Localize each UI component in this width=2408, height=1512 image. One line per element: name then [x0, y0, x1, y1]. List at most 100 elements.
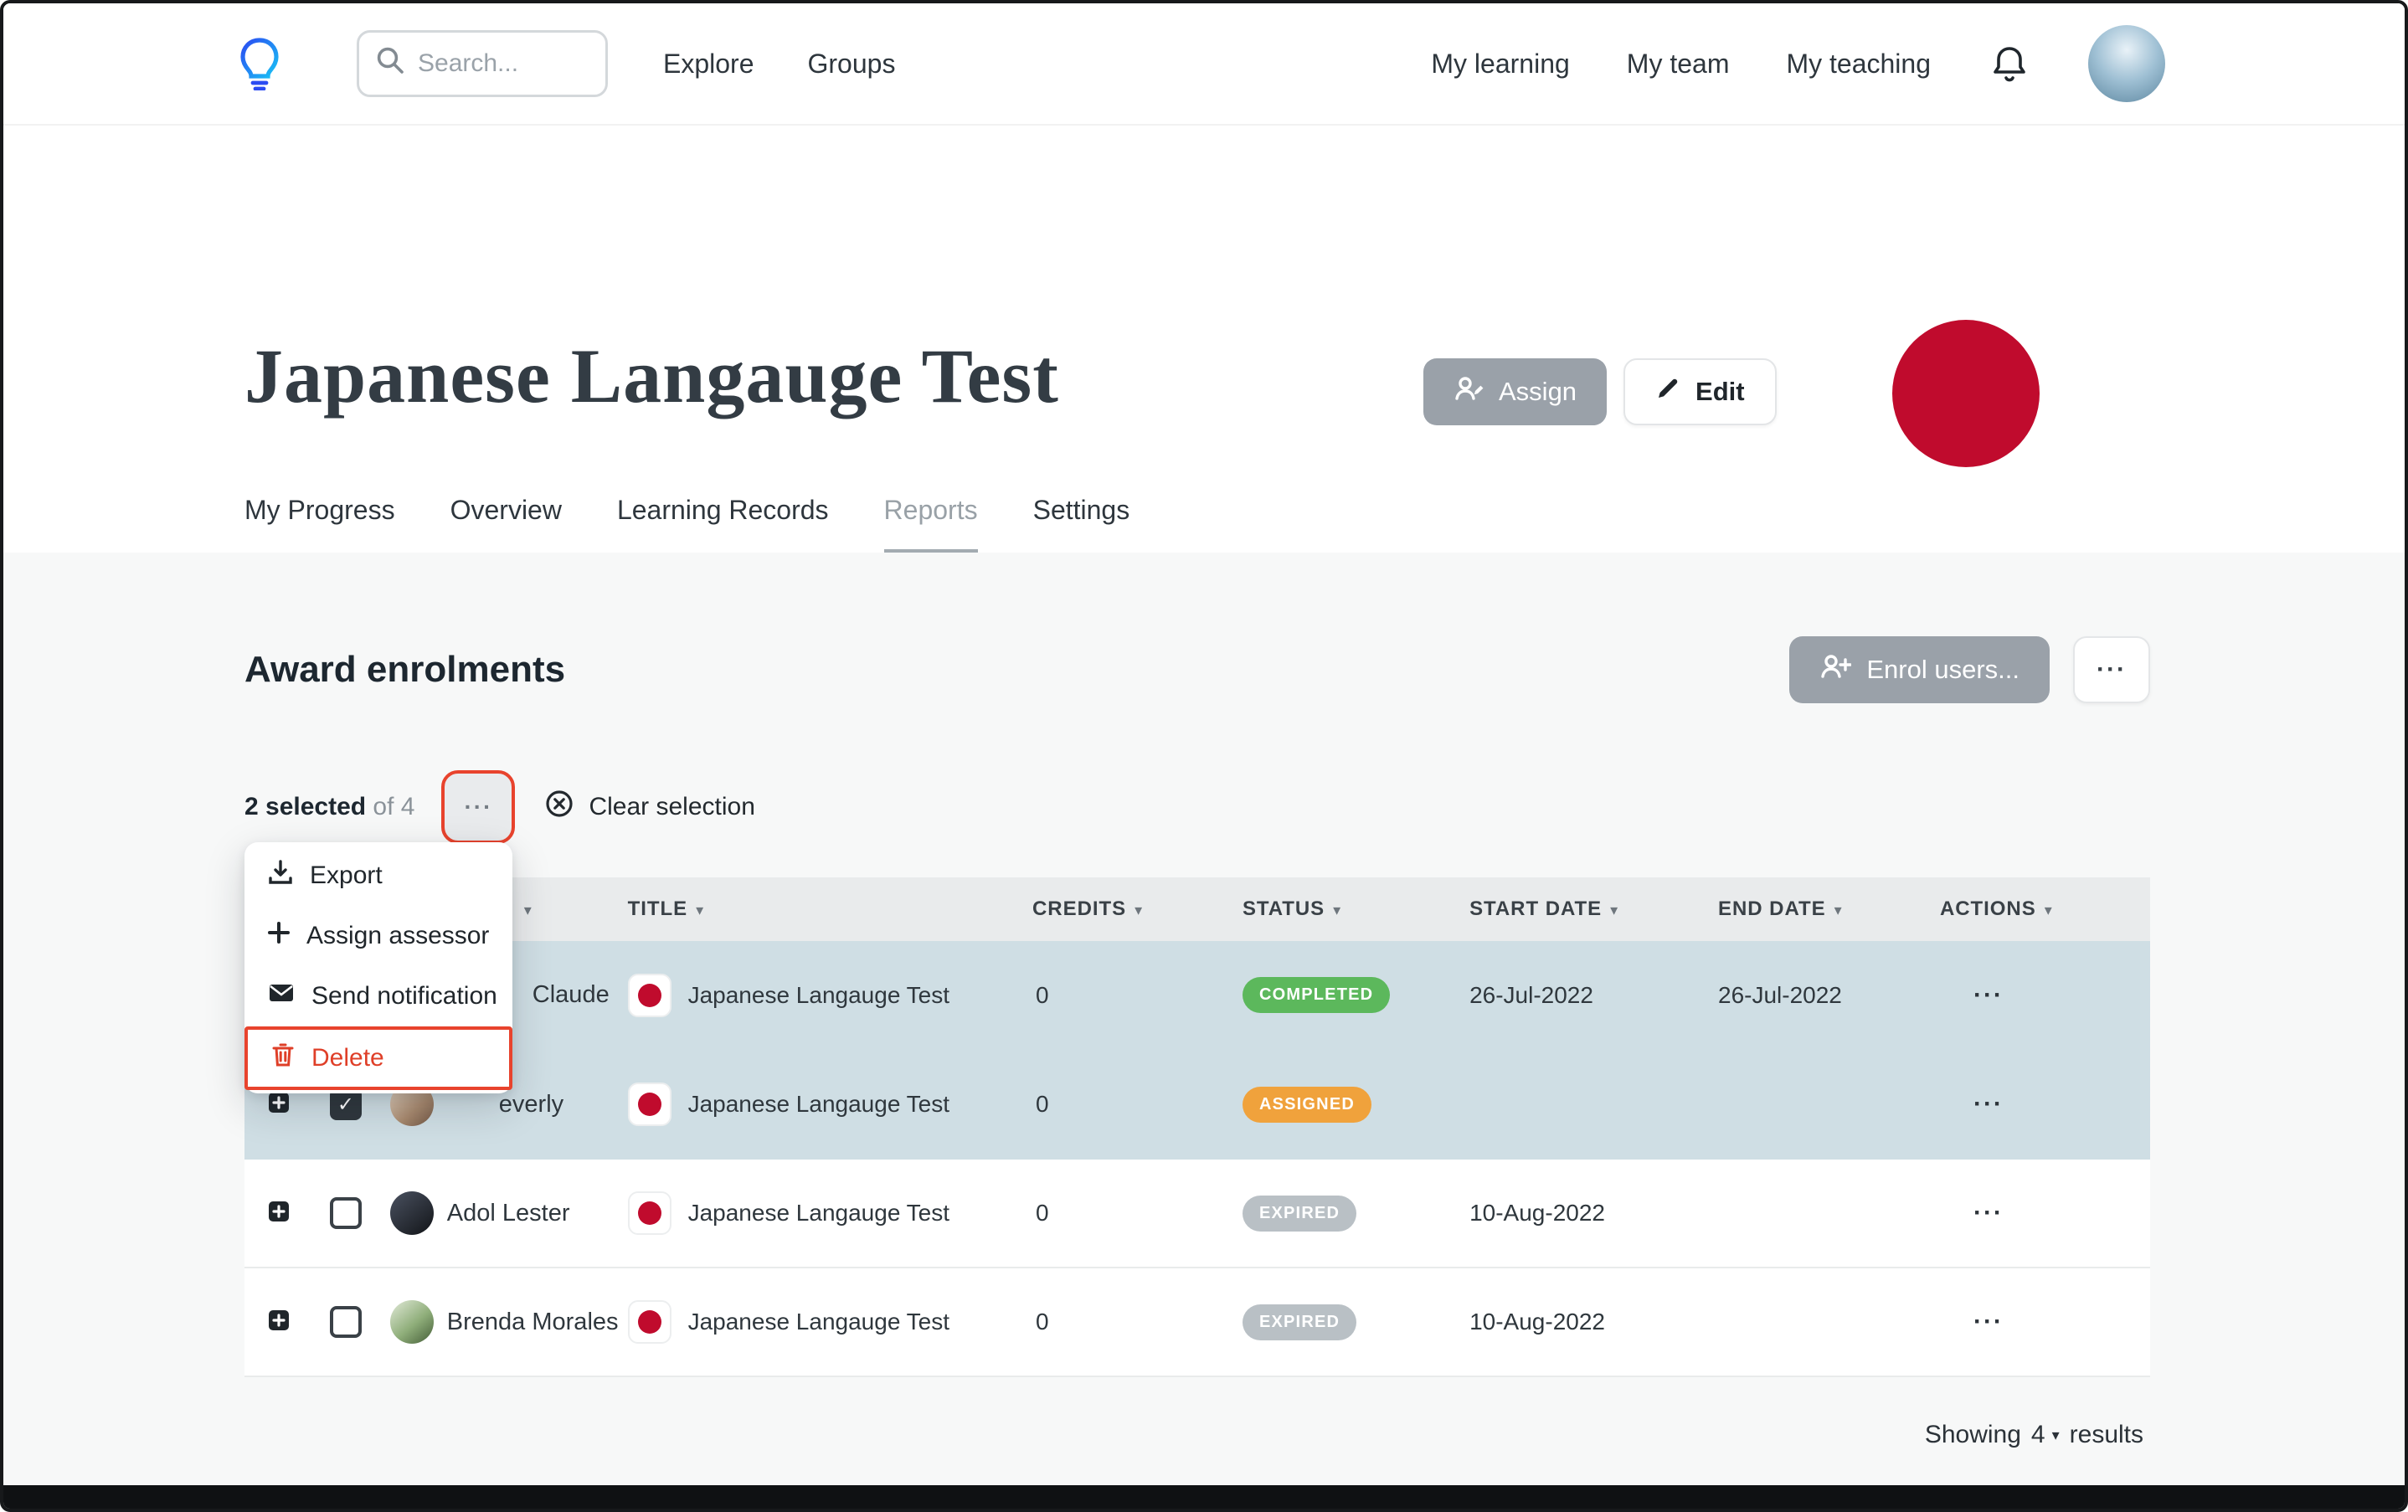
row-actions-button[interactable]: ··· — [1967, 1083, 2010, 1125]
row-actions-button[interactable]: ··· — [1967, 1301, 2010, 1343]
pencil-icon — [1655, 376, 1680, 408]
circle-x-icon — [545, 789, 574, 825]
enrolment-end-date: 26-Jul-2022 — [1718, 981, 1842, 1008]
search-box[interactable] — [357, 30, 608, 97]
course-image-japan-flag — [1892, 320, 2040, 467]
selection-bar: 2 selected of 4 ··· Clear selection Expo… — [244, 770, 2150, 1093]
expand-row-icon[interactable] — [268, 1089, 290, 1120]
enrol-users-button[interactable]: Enrol users... — [1789, 636, 2050, 703]
japan-flag-icon — [627, 1300, 671, 1344]
search-icon — [376, 46, 404, 81]
app-window: Explore Groups My learning My team My te… — [0, 0, 2408, 1512]
edit-button[interactable]: Edit — [1623, 358, 1777, 425]
enrolment-title: Japanese Langauge Test — [687, 1309, 950, 1335]
menu-item-export[interactable]: Export — [244, 846, 512, 906]
selection-count: 2 selected of 4 — [244, 793, 414, 821]
status-badge: ASSIGNED — [1242, 1086, 1372, 1123]
menu-item-delete[interactable]: Delete — [244, 1026, 512, 1090]
envelope-icon — [268, 982, 295, 1011]
clear-selection-button[interactable]: Clear selection — [545, 789, 755, 825]
enrolment-title: Japanese Langauge Test — [687, 981, 950, 1008]
nav-my-teaching[interactable]: My teaching — [1786, 49, 1931, 80]
header-credits-label: CREDITS — [1032, 897, 1127, 920]
person-assign-icon — [1454, 375, 1484, 409]
header-actions: Enrol users... ··· — [1789, 636, 2150, 703]
table-row: Claude Japanese Langauge Test 0 COMPLETE… — [244, 941, 2150, 1051]
edit-button-label: Edit — [1695, 377, 1745, 406]
enrolments-more-button[interactable]: ··· — [2073, 636, 2150, 703]
enrolment-title: Japanese Langauge Test — [687, 1091, 950, 1117]
user-avatar[interactable] — [2088, 25, 2165, 102]
row-checkbox[interactable] — [329, 1306, 362, 1338]
page-title: Japanese Langauge Test — [244, 333, 1059, 419]
expand-row-icon[interactable] — [268, 1307, 290, 1338]
selection-actions-menu: Export Assign assessor Send notification… — [244, 842, 512, 1093]
enrol-users-label: Enrol users... — [1866, 655, 2020, 684]
enrolment-name: Adol Lester — [446, 1199, 570, 1227]
tab-learning-records[interactable]: Learning Records — [617, 495, 829, 553]
menu-item-assign-assessor-label: Assign assessor — [306, 922, 490, 949]
selection-actions-button[interactable]: ··· — [441, 770, 516, 844]
menu-item-assign-assessor[interactable]: Assign assessor — [244, 906, 512, 966]
sort-caret-icon: ▾ — [1834, 902, 1843, 918]
menu-item-send-notification[interactable]: Send notification — [244, 966, 512, 1026]
assign-button[interactable]: Assign — [1423, 358, 1608, 425]
menu-item-send-notification-label: Send notification — [311, 982, 497, 1010]
selection-count-bold: 2 selected — [244, 793, 367, 820]
trash-icon — [271, 1042, 295, 1074]
header-title[interactable]: TITLE ▾ — [627, 877, 1033, 941]
tab-my-progress[interactable]: My Progress — [244, 495, 395, 553]
search-input[interactable] — [418, 49, 579, 78]
status-badge: COMPLETED — [1242, 977, 1391, 1013]
tab-reports[interactable]: Reports — [883, 495, 978, 553]
row-actions-button[interactable]: ··· — [1967, 975, 2010, 1016]
reports-content: Award enrolments Enrol users... ··· 2 se — [3, 636, 2405, 1449]
status-badge: EXPIRED — [1242, 1304, 1357, 1340]
enrolment-start-date: 10-Aug-2022 — [1469, 1309, 1605, 1335]
results-count-value: 4 — [2030, 1421, 2045, 1448]
results-count-dropdown[interactable]: 4 ▾ — [2031, 1421, 2060, 1449]
tab-settings[interactable]: Settings — [1033, 495, 1130, 553]
header-end-date[interactable]: END DATE ▾ — [1718, 877, 1940, 941]
nav-my-learning[interactable]: My learning — [1431, 49, 1569, 80]
top-navbar: Explore Groups My learning My team My te… — [3, 3, 2405, 124]
course-hero: Japanese Langauge Test Assign Edit My Pr… — [3, 124, 2405, 553]
window-bottom-bar — [3, 1485, 2405, 1509]
header-credits[interactable]: CREDITS ▾ — [1032, 877, 1243, 941]
expand-row-icon[interactable] — [268, 1198, 290, 1229]
sort-caret-icon: ▾ — [1333, 902, 1342, 918]
row-actions-button[interactable]: ··· — [1967, 1192, 2010, 1234]
results-showing-label: Showing — [1924, 1421, 2021, 1448]
header-status[interactable]: STATUS ▾ — [1242, 877, 1470, 941]
header-end-date-label: END DATE — [1718, 897, 1826, 920]
content-header: Award enrolments Enrol users... ··· — [244, 636, 2150, 703]
header-actions[interactable]: ACTIONS ▾ — [1939, 877, 2150, 941]
header-start-date[interactable]: START DATE ▾ — [1469, 877, 1718, 941]
status-badge: EXPIRED — [1242, 1195, 1357, 1232]
enrolment-name: Claude — [532, 981, 610, 1008]
enrolments-table: ▾ TITLE ▾ CREDITS ▾ STATUS ▾ START DATE ▾ EN… — [244, 877, 2150, 1377]
nav-groups[interactable]: Groups — [808, 49, 896, 80]
lightbulb-logo-icon[interactable] — [238, 37, 281, 90]
header-start-date-label: START DATE — [1469, 897, 1603, 920]
enrolment-credits: 0 — [1036, 1309, 1049, 1335]
selection-count-total: of 4 — [366, 793, 415, 820]
results-footer: Showing 4 ▾ results — [244, 1421, 2150, 1449]
notification-bell-icon[interactable] — [1991, 44, 2028, 84]
nav-my-team[interactable]: My team — [1627, 49, 1730, 80]
japan-flag-icon — [627, 973, 671, 1017]
enrolment-name: everly — [498, 1090, 564, 1118]
row-avatar — [389, 1191, 434, 1235]
tab-overview[interactable]: Overview — [450, 495, 562, 553]
enrolment-start-date: 10-Aug-2022 — [1469, 1200, 1605, 1226]
row-checkbox[interactable] — [329, 1197, 362, 1229]
plus-icon — [268, 922, 290, 950]
header-status-label: STATUS — [1242, 897, 1325, 920]
enrolment-start-date: 26-Jul-2022 — [1469, 981, 1593, 1008]
primary-nav: Explore Groups — [663, 49, 895, 80]
hero-actions: Assign Edit — [1423, 358, 1777, 425]
course-tabs: My Progress Overview Learning Records Re… — [244, 495, 1129, 553]
sort-caret-icon: ▾ — [1135, 902, 1144, 918]
nav-explore[interactable]: Explore — [663, 49, 754, 80]
table-row: everly Japanese Langauge Test 0 ASSIGNED… — [244, 1050, 2150, 1160]
